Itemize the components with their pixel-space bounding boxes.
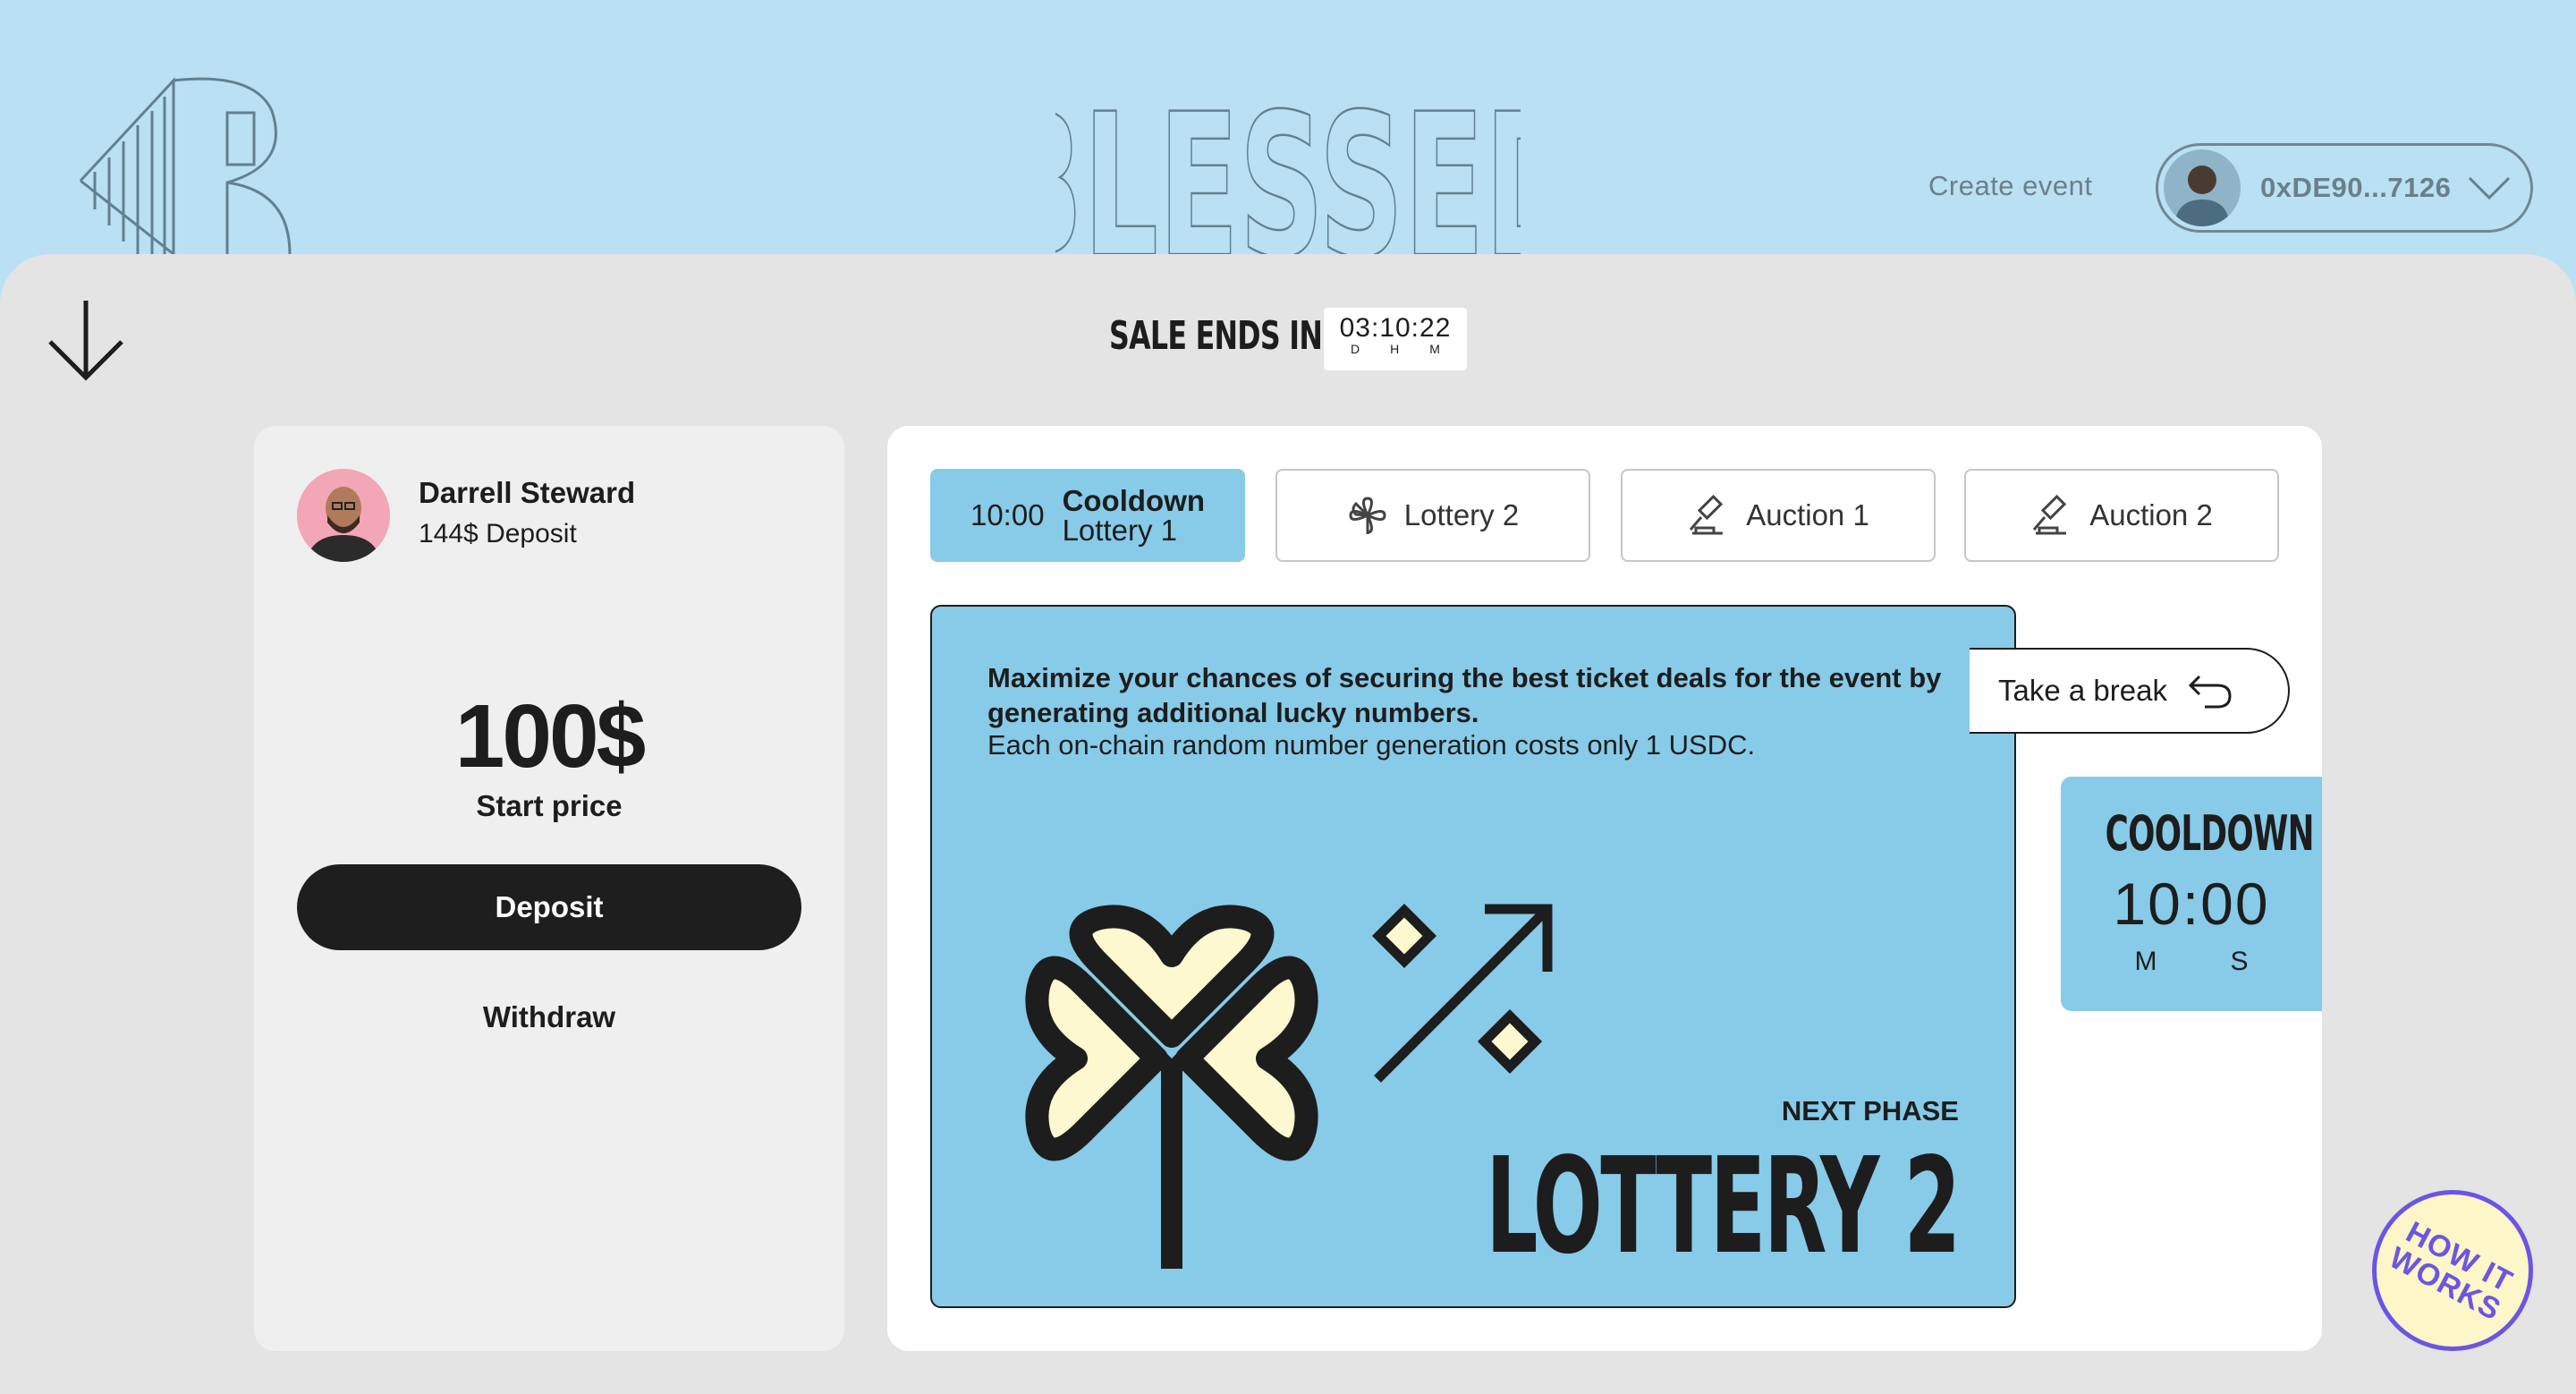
- gavel-icon: [1690, 494, 1724, 535]
- cooldown-time: 10:00: [2113, 871, 2270, 937]
- panel-description: Each on-chain random number generation c…: [987, 729, 1756, 761]
- clover-icon: [1349, 497, 1386, 534]
- tab-subtitle: Lottery 1: [1062, 514, 1177, 547]
- tab-auction-1[interactable]: Auction 1: [1621, 469, 1936, 562]
- tab-title: Cooldown: [1062, 484, 1206, 517]
- panel-title: Maximize your chances of securing the be…: [987, 662, 1942, 728]
- brand-wordmark: BLESSED: [1055, 106, 1521, 258]
- sale-ends-label: SALE ENDS IN: [1109, 313, 1323, 359]
- deposit-card: Darrell Steward 144$ Deposit 100$ Start …: [254, 426, 844, 1351]
- timer-unit-hours: H: [1390, 342, 1400, 356]
- tab-label: Auction 2: [2089, 498, 2213, 531]
- wallet-address: 0xDE90...7126: [2260, 172, 2452, 203]
- wallet-menu[interactable]: 0xDE90...7126: [2156, 143, 2533, 233]
- tab-time: 10:00: [970, 498, 1045, 531]
- start-price-label: Start price: [476, 789, 623, 822]
- percent-arrow-icon: [1371, 903, 1553, 1083]
- start-price: 100$: [454, 686, 646, 786]
- cooldown-unit-seconds: S: [2230, 947, 2249, 976]
- take-a-break-button[interactable]: Take a break: [1970, 648, 2290, 734]
- take-a-break-label: Take a break: [1998, 674, 2167, 707]
- create-event-link[interactable]: Create event: [1928, 170, 2093, 202]
- arrow-down-icon[interactable]: [41, 295, 131, 385]
- next-phase-title: LOTTERY 2: [1486, 1129, 1961, 1283]
- withdraw-button[interactable]: Withdraw: [254, 1000, 844, 1034]
- svg-text:BLESSED: BLESSED: [1055, 106, 1521, 258]
- gavel-icon: [2033, 494, 2067, 535]
- cooldown-unit-minutes: M: [2134, 947, 2157, 976]
- timer-unit-minutes: M: [1429, 342, 1440, 356]
- clover-illustration: [1025, 905, 1318, 1269]
- tab-auction-2[interactable]: Auction 2: [1964, 469, 2279, 562]
- phase-info-panel: Maximize your chances of securing the be…: [930, 605, 2016, 1308]
- avatar: [297, 469, 390, 562]
- blessed-logo[interactable]: [75, 75, 299, 254]
- cooldown-label: COOLDOWN: [2105, 805, 2315, 862]
- cooldown-timer-panel: COOLDOWN 10:00 M S: [2061, 777, 2322, 1011]
- deposit-button[interactable]: Deposit: [297, 864, 801, 950]
- sale-timer: 03:10:22 D H M: [1324, 308, 1467, 370]
- next-phase-label: NEXT PHASE: [1781, 1095, 1959, 1126]
- sale-timer-value: 03:10:22: [1339, 313, 1452, 343]
- wallet-avatar: [2164, 149, 2241, 226]
- tab-label: Auction 1: [1746, 498, 1869, 531]
- timer-unit-days: D: [1351, 342, 1360, 356]
- tab-cooldown-lottery-1[interactable]: 10:00 Cooldown Lottery 1: [930, 469, 1245, 562]
- tab-lottery-2[interactable]: Lottery 2: [1275, 469, 1590, 562]
- chevron-down-icon: [2468, 176, 2511, 200]
- user-deposit: 144$ Deposit: [419, 519, 577, 548]
- user-name: Darrell Steward: [419, 476, 636, 509]
- phase-card: 10:00 Cooldown Lottery 1 Lottery 2 Aucti…: [887, 426, 2322, 1351]
- tab-label: Lottery 2: [1403, 498, 1520, 531]
- undo-icon: [2188, 675, 2232, 709]
- how-it-works-button[interactable]: HOW IT WORKS: [2372, 1190, 2533, 1351]
